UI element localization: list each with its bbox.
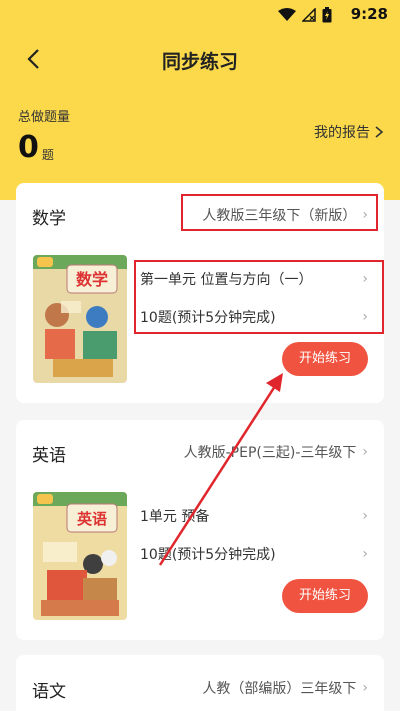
status-bar: 9:28 [0,0,400,30]
unit-label: 1单元 预备 [140,509,210,525]
question-count-label: 10题(预计5分钟完成) [140,547,276,563]
book-title: 数学 [76,270,108,289]
my-report-link[interactable]: 我的报告 [314,122,384,142]
no-signal-icon [302,8,316,22]
book-title: 英语 [77,510,107,528]
start-practice-button[interactable]: 开始练习 [282,342,368,376]
subject-title: 英语 [32,446,66,466]
edition-label: 人教版-PEP(三起)-三年级下 [183,445,357,461]
chevron-right-icon: › [362,680,368,696]
status-time: 9:28 [350,5,388,23]
start-practice-button[interactable]: 开始练习 [282,579,368,613]
subject-title: 数学 [32,209,66,229]
subject-title: 语文 [32,682,66,702]
wifi-icon [278,8,296,21]
chevron-right-icon: › [362,546,368,562]
chevron-right-icon [375,126,384,138]
total-number: 0 [18,130,39,165]
textbook-cover-english: 英语 [33,492,127,620]
nav-bar: 同步练习 [0,30,400,88]
edition-selector[interactable]: 人教版-PEP(三起)-三年级下 › [184,442,368,462]
subject-card-math: 数学 人教版三年级下（新版） › 数学 第一单元 位置与方向（一） › 10题(… [16,183,384,403]
edition-label: 人教（部编版）三年级下 [202,681,357,697]
total-count: 0 题 [18,133,54,163]
chevron-right-icon: › [362,444,368,460]
subject-card-chinese: 语文 人教（部编版）三年级下 › [16,655,384,711]
total-unit: 题 [41,148,54,162]
edition-selector[interactable]: 人教（部编版）三年级下 › [202,678,368,698]
annotation-box [134,260,384,334]
textbook-cover-math: 数学 [33,255,127,383]
status-icons [278,7,332,23]
annotation-box [181,194,378,231]
subject-card-english: 英语 人教版-PEP(三起)-三年级下 › 英语 1单元 预备 › 10题(预计… [16,420,384,640]
chevron-right-icon: › [362,508,368,524]
unit-selector[interactable]: 1单元 预备 › [140,506,368,526]
question-count-row[interactable]: 10题(预计5分钟完成) › [140,544,368,564]
total-label: 总做题量 [18,110,71,125]
my-report-label: 我的报告 [314,125,370,141]
battery-charging-icon [322,7,332,23]
page-title: 同步练习 [161,51,238,73]
